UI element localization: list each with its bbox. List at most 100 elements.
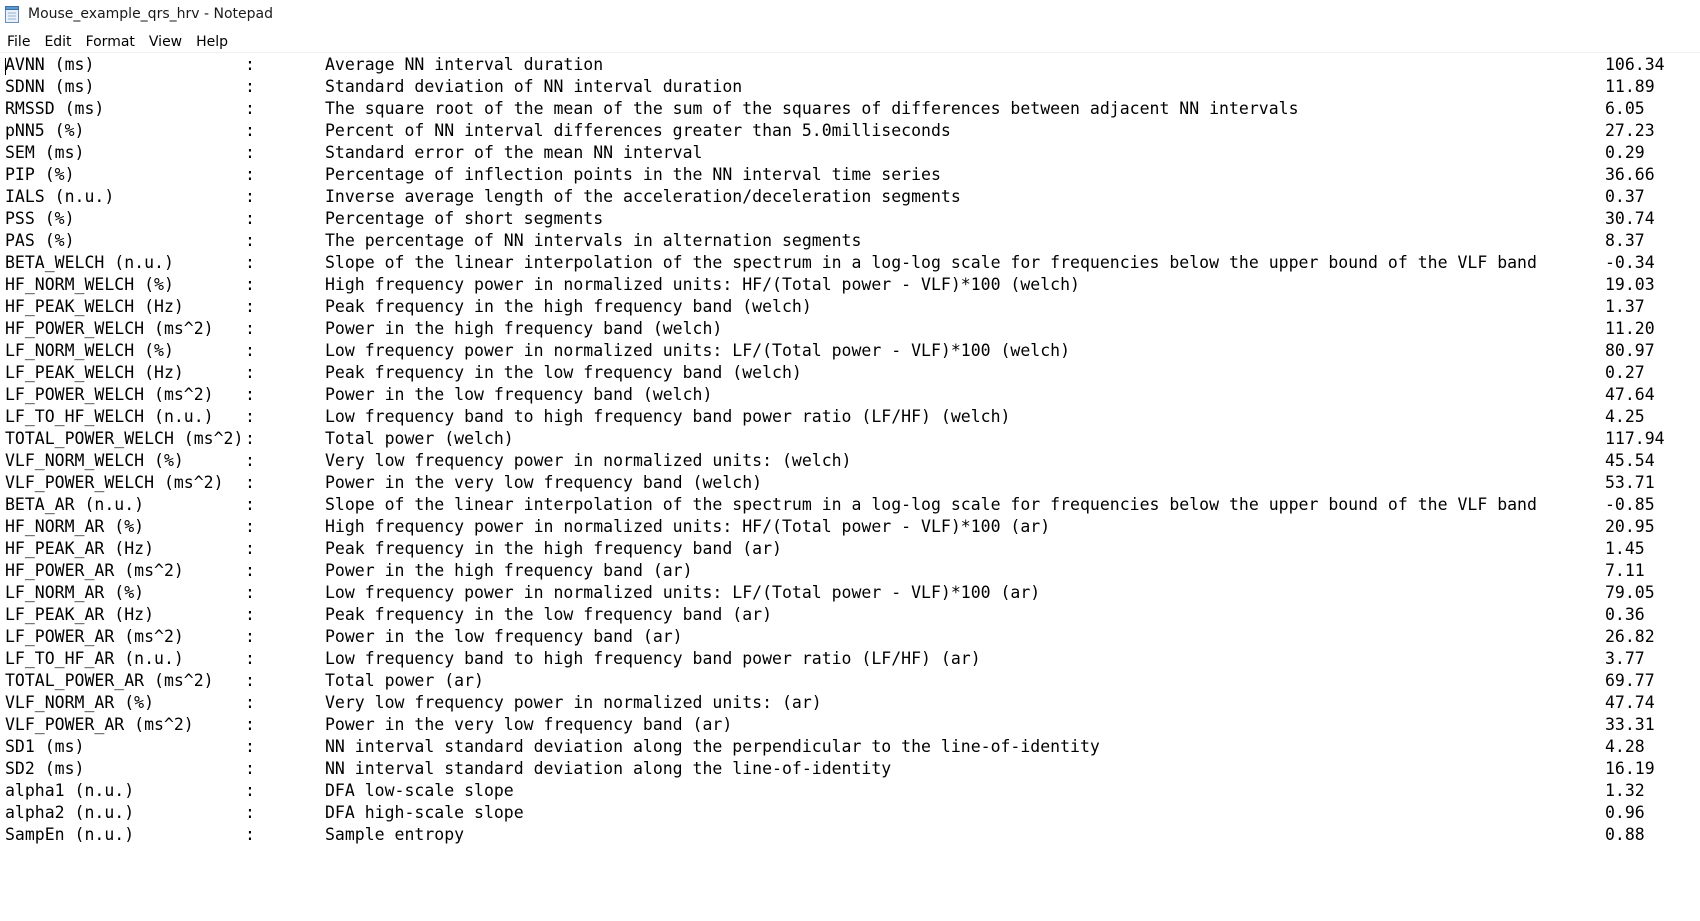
menu-help[interactable]: Help [189, 30, 235, 52]
metric-description: DFA high-scale slope [325, 803, 524, 822]
text-line: TOTAL_POWER_WELCH (ms^2): Total power (we… [0, 428, 1700, 450]
separator-colon: : [245, 55, 255, 74]
metric-value: 33.31 [1605, 715, 1655, 734]
metric-description: Power in the high frequency band (ar) [325, 561, 693, 580]
text-line: TOTAL_POWER_AR (ms^2): Total power (ar) 69… [0, 670, 1700, 692]
metric-name: SD2 (ms) [5, 759, 85, 778]
metric-description: Total power (welch) [325, 429, 514, 448]
text-line: SD2 (ms): NN interval standard deviation … [0, 758, 1700, 780]
text-editor-area[interactable]: AVNN (ms): Average NN interval duration 10… [0, 52, 1700, 921]
metric-description: Power in the high frequency band (welch) [325, 319, 723, 338]
text-line: alpha2 (n.u.): DFA high-scale slope 0.96 [0, 802, 1700, 824]
text-line: SDNN (ms): Standard deviation of NN inter… [0, 76, 1700, 98]
text-line: PIP (%): Percentage of inflection points … [0, 164, 1700, 186]
metric-description: High frequency power in normalized units… [325, 275, 1080, 294]
metric-value: 8.37 [1605, 231, 1645, 250]
menu-format[interactable]: Format [79, 30, 142, 52]
separator-colon: : [245, 143, 255, 162]
separator-colon: : [245, 231, 255, 250]
metric-value: 27.23 [1605, 121, 1655, 140]
text-line: RMSSD (ms): The square root of the mean o… [0, 98, 1700, 120]
separator-colon: : [245, 539, 255, 558]
metric-name: SEM (ms) [5, 143, 85, 162]
metric-value: 0.37 [1605, 187, 1645, 206]
metric-description: Standard error of the mean NN interval [325, 143, 703, 162]
separator-colon: : [245, 715, 255, 734]
metric-description: The square root of the mean of the sum o… [325, 99, 1299, 118]
text-line: SD1 (ms): NN interval standard deviation … [0, 736, 1700, 758]
metric-name: BETA_WELCH (n.u.) [5, 253, 174, 272]
text-line: HF_NORM_AR (%): High frequency power in n… [0, 516, 1700, 538]
text-line: HF_POWER_WELCH (ms^2): Power in the high … [0, 318, 1700, 340]
metric-description: Percentage of inflection points in the N… [325, 165, 941, 184]
metric-value: 1.45 [1605, 539, 1645, 558]
separator-colon: : [245, 363, 255, 382]
separator-colon: : [245, 517, 255, 536]
separator-colon: : [245, 671, 255, 690]
metric-name: LF_POWER_WELCH (ms^2) [5, 385, 214, 404]
metric-value: 1.32 [1605, 781, 1645, 800]
metric-description: Low frequency power in normalized units:… [325, 341, 1071, 360]
menu-file[interactable]: File [0, 30, 37, 52]
metric-description: Percent of NN interval differences great… [325, 121, 951, 140]
metric-value: 7.11 [1605, 561, 1645, 580]
metric-name: HF_PEAK_AR (Hz) [5, 539, 155, 558]
metric-name: HF_NORM_WELCH (%) [5, 275, 174, 294]
metric-name: RMSSD (ms) [5, 99, 105, 118]
metric-description: Total power (ar) [325, 671, 484, 690]
separator-colon: : [245, 275, 255, 294]
metric-name: VLF_NORM_AR (%) [5, 693, 155, 712]
metric-description: Very low frequency power in normalized u… [325, 693, 822, 712]
separator-colon: : [245, 385, 255, 404]
metric-value: 0.29 [1605, 143, 1645, 162]
metric-value: 11.89 [1605, 77, 1655, 96]
separator-colon: : [245, 803, 255, 822]
text-line: VLF_NORM_AR (%): Very low frequency power… [0, 692, 1700, 714]
separator-colon: : [245, 583, 255, 602]
text-line: VLF_POWER_WELCH (ms^2): Power in the very… [0, 472, 1700, 494]
separator-colon: : [245, 737, 255, 756]
menu-edit[interactable]: Edit [37, 30, 78, 52]
text-line: AVNN (ms): Average NN interval duration 10… [0, 54, 1700, 76]
separator-colon: : [245, 429, 255, 448]
menu-view[interactable]: View [142, 30, 189, 52]
metric-name: PSS (%) [5, 209, 75, 228]
separator-colon: : [245, 825, 255, 844]
metric-description: Slope of the linear interpolation of the… [325, 495, 1537, 514]
metric-description: Peak frequency in the high frequency ban… [325, 297, 812, 316]
metric-description: Sample entropy [325, 825, 465, 844]
metric-description: Power in the very low frequency band (ar… [325, 715, 733, 734]
metric-name: SampEn (n.u.) [5, 825, 135, 844]
separator-colon: : [245, 649, 255, 668]
separator-colon: : [245, 781, 255, 800]
metric-name: PIP (%) [5, 165, 75, 184]
metric-name: SDNN (ms) [5, 77, 95, 96]
text-line: LF_NORM_WELCH (%): Low frequency power in… [0, 340, 1700, 362]
metric-name: TOTAL_POWER_WELCH (ms^2) [5, 429, 244, 448]
text-line: LF_NORM_AR (%): Low frequency power in no… [0, 582, 1700, 604]
title-bar[interactable]: Mouse_example_qrs_hrv - Notepad [0, 0, 1700, 29]
metric-value: 19.03 [1605, 275, 1655, 294]
text-line: HF_PEAK_AR (Hz): Peak frequency in the hi… [0, 538, 1700, 560]
metric-description: Peak frequency in the high frequency ban… [325, 539, 782, 558]
metric-value: 47.74 [1605, 693, 1655, 712]
metric-name: LF_POWER_AR (ms^2) [5, 627, 184, 646]
separator-colon: : [245, 253, 255, 272]
text-line: IALS (n.u.): Inverse average length of th… [0, 186, 1700, 208]
text-line: BETA_WELCH (n.u.): Slope of the linear in… [0, 252, 1700, 274]
metric-description: Standard deviation of NN interval durati… [325, 77, 743, 96]
text-line: SEM (ms): Standard error of the mean NN i… [0, 142, 1700, 164]
metric-name: LF_PEAK_AR (Hz) [5, 605, 155, 624]
metric-name: pNN5 (%) [5, 121, 85, 140]
separator-colon: : [245, 121, 255, 140]
separator-colon: : [245, 451, 255, 470]
metric-description: NN interval standard deviation along the… [325, 737, 1100, 756]
separator-colon: : [245, 473, 255, 492]
metric-value: 69.77 [1605, 671, 1655, 690]
metric-description: NN interval standard deviation along the… [325, 759, 892, 778]
separator-colon: : [245, 407, 255, 426]
metric-value: 4.25 [1605, 407, 1645, 426]
text-line: LF_POWER_AR (ms^2): Power in the low freq… [0, 626, 1700, 648]
metric-value: 53.71 [1605, 473, 1655, 492]
separator-colon: : [245, 297, 255, 316]
